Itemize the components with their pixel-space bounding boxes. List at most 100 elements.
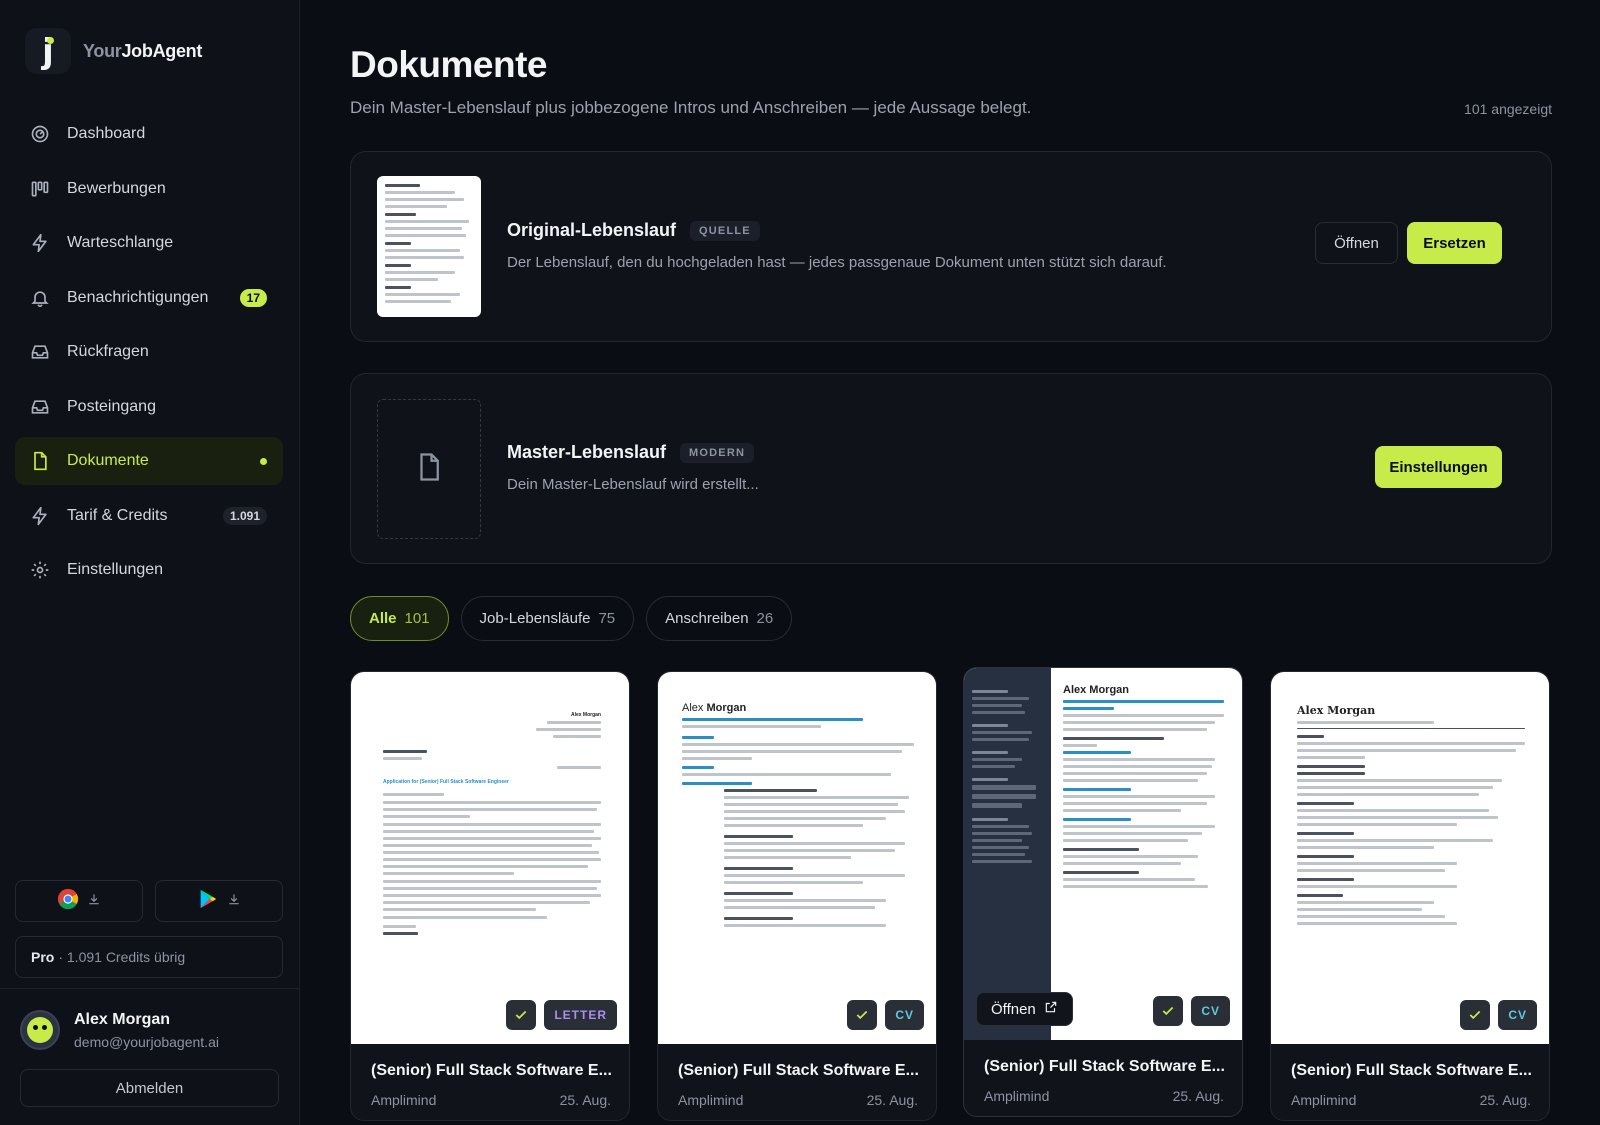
sidebar-item-bewerbungen[interactable]: Bewerbungen (15, 165, 283, 213)
master-cv-placeholder (377, 399, 481, 539)
user-name: Alex Morgan (74, 1010, 171, 1028)
document-type-badge: CV (885, 1000, 924, 1030)
active-indicator-dot (260, 457, 267, 465)
sidebar-item-label: Benachrichtigungen (67, 288, 209, 306)
preview-name: Alex Morgan (1063, 684, 1130, 696)
master-cv-status: Dein Master-Lebenslauf wird erstellt... (507, 476, 759, 493)
document-count: 101 angezeigt (1464, 101, 1552, 117)
filter-label: Job-Lebensläufe (479, 610, 591, 627)
chrome-icon (57, 888, 79, 915)
brand-logo: j (25, 28, 71, 74)
document-company: Amplimind (371, 1092, 437, 1108)
brand[interactable]: j YourJobAgent (25, 28, 202, 74)
document-card[interactable]: Alex Morgan (657, 671, 937, 1121)
original-cv-description: Der Lebenslauf, den du hochgeladen hast … (507, 254, 1167, 271)
document-company: Amplimind (678, 1092, 744, 1108)
original-cv-title: Original-Lebenslauf (507, 220, 677, 240)
cv-preview: Alex Morgan (658, 672, 936, 1044)
document-date: 25. Aug. (866, 1092, 918, 1108)
chrome-extension-button[interactable] (15, 880, 143, 922)
document-date: 25. Aug. (1479, 1092, 1531, 1108)
filter-job-cvs[interactable]: Job-Lebensläufe 75 (460, 596, 635, 641)
document-date: 25. Aug. (1172, 1088, 1224, 1104)
document-badges: CV (1460, 1000, 1537, 1030)
original-cv-thumbnail[interactable] (377, 176, 481, 317)
preview-name: Alex Morgan (570, 712, 601, 718)
notification-count-badge: 17 (239, 288, 267, 307)
logout-button[interactable]: Abmelden (20, 1069, 279, 1107)
check-icon (1460, 1000, 1491, 1030)
source-tag: QUELLE (690, 220, 760, 241)
extension-downloads (15, 880, 283, 922)
document-card[interactable]: Alex Morgan Application for (Senior) Ful… (350, 671, 630, 1121)
sidebar-item-label: Dokumente (67, 452, 149, 469)
document-type-badge: CV (1498, 1000, 1537, 1030)
sidebar-item-label: Einstellungen (67, 561, 164, 578)
bolt-icon (29, 232, 51, 254)
document-card[interactable]: Alex Morgan (1270, 671, 1550, 1121)
document-badges: LETTER (506, 1000, 617, 1030)
replace-button[interactable]: Ersetzen (1407, 222, 1502, 264)
external-link-icon (1044, 1000, 1058, 1018)
filter-cover-letters[interactable]: Anschreiben 26 (646, 596, 793, 641)
play-store-button[interactable] (155, 880, 283, 922)
filter-all[interactable]: Alle 101 (350, 596, 449, 641)
sidebar-item-label: Rückfragen (67, 343, 149, 360)
download-icon (87, 892, 101, 911)
document-badges: CV (847, 1000, 924, 1030)
sidebar-item-warteschlange[interactable]: Warteschlange (15, 219, 283, 267)
avatar (20, 1010, 60, 1050)
master-cv-card: Master-Lebenslauf MODERN Dein Master-Leb… (350, 373, 1552, 564)
master-cv-settings-button[interactable]: Einstellungen (1375, 446, 1502, 488)
document-icon (414, 450, 444, 489)
sidebar-item-rueckfragen[interactable]: Rückfragen (15, 328, 283, 376)
document-badges: CV (1153, 996, 1230, 1026)
sidebar-item-dokumente[interactable]: Dokumente (15, 437, 283, 485)
play-store-icon (197, 888, 219, 915)
master-cv-title: Master-Lebenslauf (507, 442, 667, 462)
inbox-icon (29, 341, 51, 363)
sidebar-item-tarif-credits[interactable]: Tarif & Credits 1.091 (15, 492, 283, 540)
sidebar-item-benachrichtigungen[interactable]: Benachrichtigungen 17 (15, 274, 283, 322)
user-email: demo@yourjobagent.ai (74, 1033, 219, 1050)
document-company: Amplimind (984, 1088, 1050, 1104)
kanban-icon (29, 178, 51, 200)
plan-credits-box[interactable]: Pro · 1.091 Credits übrig (15, 936, 283, 978)
filter-label: Alle (369, 610, 397, 627)
check-icon (1153, 996, 1184, 1026)
sidebar-item-label: Warteschlange (67, 234, 174, 251)
open-document-button[interactable]: Öffnen (976, 992, 1073, 1026)
sidebar-item-label: Bewerbungen (67, 179, 166, 197)
preview-first-name: Alex (682, 702, 704, 714)
check-icon (847, 1000, 878, 1030)
check-icon (506, 1000, 537, 1030)
sidebar: j YourJobAgent Dashboard Bewerbungen War… (0, 0, 300, 1125)
document-company: Amplimind (1291, 1092, 1357, 1108)
sidebar-item-label: Posteingang (67, 397, 156, 415)
document-title: (Senior) Full Stack Software E... (984, 1058, 1224, 1075)
page-subtitle: Dein Master-Lebenslauf plus jobbezogene … (350, 98, 1032, 117)
original-cv-card: Original-Lebenslauf QUELLE Der Lebenslau… (350, 151, 1552, 342)
preview-last-name: Morgan (706, 702, 747, 714)
bell-icon (29, 287, 51, 309)
document-grid: Alex Morgan Application for (Senior) Ful… (350, 667, 1552, 1125)
letter-heading: Application for (Senior) Full Stack Soft… (383, 779, 509, 785)
cv-preview: Alex Morgan (964, 668, 1242, 1040)
sidebar-item-label: Dashboard (67, 125, 146, 142)
filter-label: Anschreiben (665, 610, 749, 627)
divider (0, 988, 300, 989)
bolt-icon (29, 505, 51, 527)
document-icon (29, 450, 51, 472)
document-card[interactable]: Alex Morgan (963, 667, 1243, 1117)
preview-name: Alex Morgan (1297, 704, 1376, 717)
sidebar-item-posteingang[interactable]: Posteingang (15, 383, 283, 431)
brand-suffix: JobAgent (121, 40, 203, 61)
sidebar-item-dashboard[interactable]: Dashboard (15, 110, 283, 158)
inbox-icon (29, 396, 51, 418)
open-original-button[interactable]: Öffnen (1315, 222, 1398, 264)
sidebar-item-einstellungen[interactable]: Einstellungen (15, 546, 283, 594)
user-profile[interactable]: Alex Morgan demo@yourjobagent.ai (20, 1010, 219, 1050)
sidebar-nav: Dashboard Bewerbungen Warteschlange Bena… (15, 110, 283, 601)
brand-prefix: Your (83, 40, 122, 61)
filter-count: 75 (598, 610, 616, 627)
